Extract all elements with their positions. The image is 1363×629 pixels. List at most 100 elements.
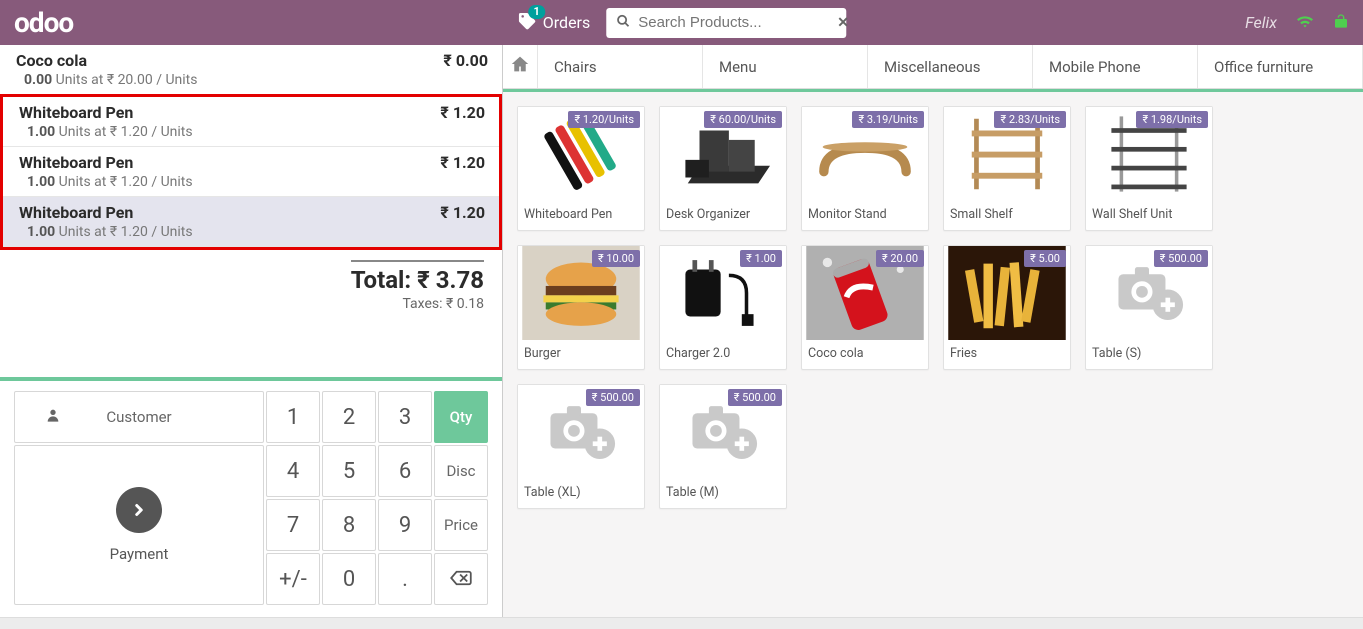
product-name: Charger 2.0 — [660, 340, 786, 369]
key-2[interactable]: 2 — [322, 391, 376, 443]
tax-line: Taxes: ₹ 0.18 — [18, 296, 484, 312]
key-backspace[interactable] — [434, 553, 488, 605]
price-tag: ₹ 1.98/Units — [1136, 111, 1208, 128]
order-line[interactable]: Whiteboard Pen ₹ 1.20 1.00 Units at ₹ 1.… — [3, 97, 499, 147]
product-card[interactable]: ₹ 5.00Fries — [943, 245, 1071, 370]
product-name: Table (S) — [1086, 340, 1212, 369]
line-name: Whiteboard Pen — [19, 153, 133, 172]
product-name: Table (XL) — [518, 479, 644, 508]
topbar: odoo 1 Orders ✕ Felix — [0, 0, 1363, 45]
product-card[interactable]: ₹ 10.00 Burger — [517, 245, 645, 370]
key-0[interactable]: 0 — [322, 553, 376, 605]
key-plusminus[interactable]: +/- — [266, 553, 320, 605]
main: Coco cola ₹ 0.00 0.00 Units at ₹ 20.00 /… — [0, 45, 1363, 617]
key-dot[interactable]: . — [378, 553, 432, 605]
key-1[interactable]: 1 — [266, 391, 320, 443]
product-card[interactable]: ₹ 500.00 Table (S) — [1085, 245, 1213, 370]
order-line[interactable]: Whiteboard Pen ₹ 1.20 1.00 Units at ₹ 1.… — [3, 197, 499, 247]
username[interactable]: Felix — [1245, 13, 1277, 32]
line-detail: 1.00 Units at ₹ 1.20 / Units — [19, 224, 485, 240]
orders-button[interactable]: 1 Orders — [517, 11, 590, 35]
product-card[interactable]: ₹ 500.00 Table (XL) — [517, 384, 645, 509]
product-card[interactable]: ₹ 1.98/Units Wall Shelf Unit — [1085, 106, 1213, 231]
line-name: Whiteboard Pen — [19, 203, 133, 222]
backspace-icon — [450, 567, 472, 592]
chevron-right-icon — [116, 487, 162, 533]
product-name: Coco cola — [802, 340, 928, 369]
topbar-right: Felix — [1245, 12, 1349, 34]
product-card[interactable]: ₹ 60.00/UnitsDesk Organizer — [659, 106, 787, 231]
product-card[interactable]: ₹ 3.19/Units Monitor Stand — [801, 106, 929, 231]
mode-price-button[interactable]: Price — [434, 499, 488, 551]
line-total: ₹ 0.00 — [443, 51, 488, 70]
product-card[interactable]: ₹ 20.00Coco cola — [801, 245, 929, 370]
highlight-box: Whiteboard Pen ₹ 1.20 1.00 Units at ₹ 1.… — [0, 94, 502, 250]
category-tab[interactable]: Menu — [703, 45, 868, 88]
search-icon — [616, 14, 630, 32]
price-tag: ₹ 1.00 — [740, 250, 782, 267]
price-tag: ₹ 5.00 — [1024, 250, 1066, 267]
price-tag: ₹ 500.00 — [728, 389, 782, 406]
order-panel: Coco cola ₹ 0.00 0.00 Units at ₹ 20.00 /… — [0, 45, 503, 617]
product-card[interactable]: ₹ 500.00 Table (M) — [659, 384, 787, 509]
line-total: ₹ 1.20 — [440, 103, 485, 122]
price-tag: ₹ 500.00 — [1154, 250, 1208, 267]
product-name: Wall Shelf Unit — [1086, 201, 1212, 230]
price-tag: ₹ 10.00 — [592, 250, 640, 267]
category-tab[interactable]: Mobile Phone — [1033, 45, 1198, 88]
category-tab[interactable]: Chairs — [538, 45, 703, 88]
key-6[interactable]: 6 — [378, 445, 432, 497]
mode-disc-button[interactable]: Disc — [434, 445, 488, 497]
key-7[interactable]: 7 — [266, 499, 320, 551]
total-line: Total: ₹ 3.78 — [351, 260, 484, 294]
line-detail: 0.00 Units at ₹ 20.00 / Units — [16, 72, 488, 88]
customer-label: Customer — [106, 408, 171, 426]
totals: Total: ₹ 3.78 Taxes: ₹ 0.18 — [0, 250, 502, 318]
order-line[interactable]: Whiteboard Pen ₹ 1.20 1.00 Units at ₹ 1.… — [3, 147, 499, 197]
product-name: Monitor Stand — [802, 201, 928, 230]
key-3[interactable]: 3 — [378, 391, 432, 443]
line-total: ₹ 1.20 — [440, 203, 485, 222]
logo: odoo — [14, 6, 73, 39]
line-detail: 1.00 Units at ₹ 1.20 / Units — [19, 174, 485, 190]
payment-button[interactable]: Payment — [14, 445, 264, 605]
search-box[interactable]: ✕ — [606, 8, 846, 38]
category-tab[interactable]: Office furniture — [1198, 45, 1363, 88]
home-button[interactable] — [503, 45, 538, 88]
key-4[interactable]: 4 — [266, 445, 320, 497]
product-name: Small Shelf — [944, 201, 1070, 230]
price-tag: ₹ 2.83/Units — [994, 111, 1066, 128]
price-tag: ₹ 60.00/Units — [704, 111, 782, 128]
product-card[interactable]: ₹ 2.83/Units Small Shelf — [943, 106, 1071, 231]
unlock-icon[interactable] — [1333, 12, 1349, 34]
products-area[interactable]: ₹ 1.20/UnitsWhiteboard Pen₹ 60.00/UnitsD… — [503, 92, 1363, 617]
home-icon — [510, 55, 530, 78]
category-tab[interactable]: Miscellaneous — [868, 45, 1033, 88]
product-panel: Chairs Menu Miscellaneous Mobile Phone O… — [503, 45, 1363, 617]
product-name: Burger — [518, 340, 644, 369]
orders-label: Orders — [543, 13, 590, 32]
price-tag: ₹ 500.00 — [586, 389, 640, 406]
product-name: Table (M) — [660, 479, 786, 508]
orders-badge: 1 — [528, 5, 544, 19]
line-name: Whiteboard Pen — [19, 103, 133, 122]
topbar-center: 1 Orders ✕ — [517, 8, 846, 38]
user-icon — [45, 407, 61, 427]
key-9[interactable]: 9 — [378, 499, 432, 551]
order-line[interactable]: Coco cola ₹ 0.00 0.00 Units at ₹ 20.00 /… — [0, 45, 502, 95]
line-name: Coco cola — [16, 51, 87, 70]
product-card[interactable]: ₹ 1.20/UnitsWhiteboard Pen — [517, 106, 645, 231]
customer-button[interactable]: Customer — [14, 391, 264, 443]
search-input[interactable] — [638, 14, 837, 31]
bottom-scrollbar[interactable] — [0, 617, 1363, 629]
wifi-icon — [1295, 13, 1315, 33]
price-tag: ₹ 3.19/Units — [852, 111, 924, 128]
key-5[interactable]: 5 — [322, 445, 376, 497]
product-card[interactable]: ₹ 1.00 Charger 2.0 — [659, 245, 787, 370]
key-8[interactable]: 8 — [322, 499, 376, 551]
clear-search-icon[interactable]: ✕ — [837, 15, 849, 31]
line-detail: 1.00 Units at ₹ 1.20 / Units — [19, 124, 485, 140]
category-bar: Chairs Menu Miscellaneous Mobile Phone O… — [503, 45, 1363, 89]
mode-qty-button[interactable]: Qty — [434, 391, 488, 443]
keypad-panel: Customer 1 2 3 Qty Payment 4 5 6 Disc 7 … — [0, 381, 502, 617]
